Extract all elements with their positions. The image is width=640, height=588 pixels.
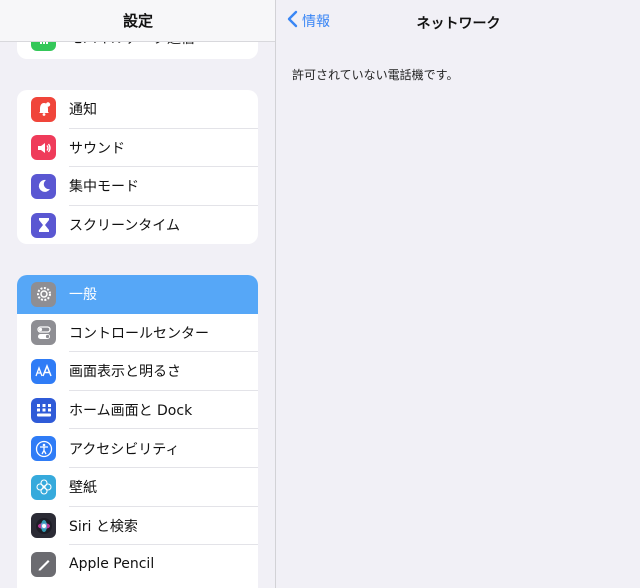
sidebar-item-label: 一般 xyxy=(69,287,97,304)
accessibility-icon xyxy=(31,436,56,462)
text-size-icon xyxy=(31,358,56,384)
sidebar-item-focus[interactable]: 集中モード xyxy=(17,167,258,206)
bell-icon xyxy=(31,96,56,122)
page-title: ネットワーク xyxy=(416,16,501,32)
moon-icon xyxy=(31,173,56,199)
sidebar-item-label: スクリーンタイム xyxy=(69,218,181,235)
toggles-icon xyxy=(31,320,56,346)
flower-icon xyxy=(31,474,56,500)
sidebar-item-sounds[interactable]: サウンド xyxy=(17,129,258,168)
sidebar-item-label: コントロールセンター xyxy=(69,325,209,342)
sidebar-item-home-screen-dock[interactable]: ホーム画面と Dock xyxy=(17,391,258,430)
siri-icon xyxy=(31,513,56,539)
sidebar-item-label: Siri と検索 xyxy=(69,518,138,535)
pencil-icon xyxy=(31,551,56,577)
sidebar-item-label: 集中モード xyxy=(69,179,139,196)
hourglass-icon xyxy=(31,212,56,238)
sidebar-item-apple-pencil[interactable]: Apple Pencil xyxy=(17,545,258,584)
settings-group-general: 一般 コントロールセンター 画面表示と明るさ ホーム画面と Dock アクセシビ… xyxy=(17,275,258,588)
sidebar-item-label: 通知 xyxy=(69,102,97,119)
sidebar-item-screen-time[interactable]: スクリーンタイム xyxy=(17,206,258,244)
detail-header: 情報 ネットワーク xyxy=(277,0,640,42)
sidebar-item-wallpaper[interactable]: 壁紙 xyxy=(17,468,258,507)
sidebar-item-label: Apple Pencil xyxy=(69,556,155,573)
gear-icon xyxy=(31,281,56,307)
home-grid-icon xyxy=(31,397,56,423)
sidebar-item-control-center[interactable]: コントロールセンター xyxy=(17,314,258,353)
sidebar-item-label: 画面表示と明るさ xyxy=(69,364,181,381)
sidebar-item-label: 壁紙 xyxy=(69,480,97,497)
sidebar-item-label: ホーム画面と Dock xyxy=(69,403,193,420)
settings-sidebar: 設定 モバイルデータ通信 通知 サウンド xyxy=(0,0,276,588)
sidebar-item-display-brightness[interactable]: 画面表示と明るさ xyxy=(17,352,258,391)
sidebar-item-general[interactable]: 一般 xyxy=(17,275,258,314)
detail-pane: 情報 ネットワーク 許可されていない電話機です。 xyxy=(277,0,640,588)
sidebar-item-notifications[interactable]: 通知 xyxy=(17,90,258,129)
sidebar-title: 設定 xyxy=(122,12,153,30)
status-message: 許可されていない電話機です。 xyxy=(292,68,459,82)
sidebar-header: 設定 xyxy=(0,0,275,42)
sidebar-item-label: アクセシビリティ xyxy=(69,441,180,458)
sidebar-item-siri-search[interactable]: Siri と検索 xyxy=(17,507,258,546)
speaker-icon xyxy=(31,135,56,161)
sidebar-item-accessibility[interactable]: アクセシビリティ xyxy=(17,429,258,468)
settings-group-notifications: 通知 サウンド 集中モード スクリーンタイム xyxy=(17,90,258,244)
sidebar-item-label: サウンド xyxy=(69,140,125,157)
